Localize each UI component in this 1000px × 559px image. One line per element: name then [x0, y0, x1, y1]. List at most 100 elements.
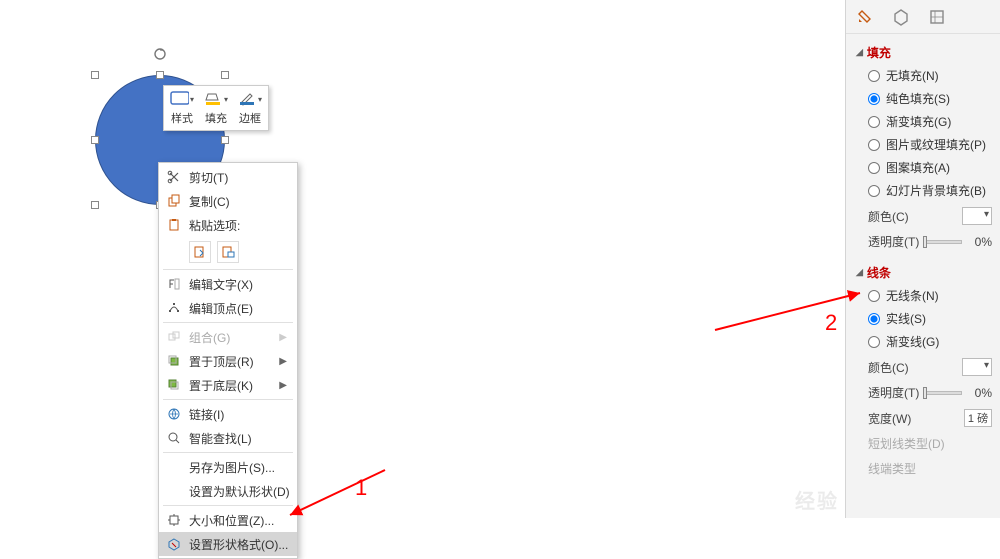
menu-label: 编辑文字(X)	[189, 276, 287, 293]
menu-bring-front[interactable]: 置于顶层(R) ▶	[159, 349, 297, 373]
fill-bucket-icon: ▾	[204, 90, 228, 108]
line-color-row: 颜色(C)	[846, 354, 1000, 380]
line-options: 无线条(N) 实线(S) 渐变线(G)	[846, 285, 1000, 354]
color-label: 颜色(C)	[868, 359, 909, 376]
menu-label: 大小和位置(Z)...	[189, 512, 287, 529]
line-transparency-row: 透明度(T) 0%	[846, 380, 1000, 405]
menu-paste-header: 粘贴选项:	[159, 213, 297, 237]
style-dropdown[interactable]: ▾ 样式	[170, 90, 194, 126]
menu-set-default-shape[interactable]: 设置为默认形状(D)	[159, 479, 297, 503]
border-dropdown[interactable]: ▾ 边框	[238, 90, 262, 126]
section-title: 填充	[867, 44, 891, 61]
menu-label: 设置形状格式(O)...	[189, 536, 288, 553]
line-width-row: 宽度(W) 1 磅	[846, 405, 1000, 431]
line-color-picker[interactable]	[962, 358, 992, 376]
menu-edit-points[interactable]: 编辑顶点(E)	[159, 296, 297, 320]
menu-label: 置于顶层(R)	[189, 353, 273, 370]
blank-icon	[165, 458, 183, 476]
resize-handle[interactable]	[91, 71, 99, 79]
collapse-triangle-icon: ◢	[856, 267, 863, 278]
resize-handle[interactable]	[156, 71, 164, 79]
format-shape-pane: ◢ 填充 无填充(N) 纯色填充(S) 渐变填充(G) 图片或纹理填充(P) 图…	[845, 0, 1000, 518]
menu-format-shape[interactable]: 设置形状格式(O)...	[159, 532, 297, 556]
radio-no-line[interactable]: 无线条(N)	[868, 287, 1000, 304]
blank-icon	[165, 482, 183, 500]
menu-edit-text[interactable]: 编辑文字(X)	[159, 272, 297, 296]
paste-option-picture[interactable]	[217, 241, 239, 263]
menu-label: 置于底层(K)	[189, 377, 273, 394]
copy-icon	[165, 192, 183, 210]
color-label: 颜色(C)	[868, 208, 909, 225]
menu-copy[interactable]: 复制(C)	[159, 189, 297, 213]
radio-gradient-line[interactable]: 渐变线(G)	[868, 333, 1000, 350]
clipboard-icon	[165, 216, 183, 234]
menu-cut[interactable]: 剪切(T)	[159, 165, 297, 189]
fill-color-row: 颜色(C)	[846, 203, 1000, 229]
pane-body: ◢ 填充 无填充(N) 纯色填充(S) 渐变填充(G) 图片或纹理填充(P) 图…	[846, 34, 1000, 481]
edit-points-icon	[165, 299, 183, 317]
radio-solid-fill[interactable]: 纯色填充(S)	[868, 90, 1000, 107]
menu-label: 另存为图片(S)...	[189, 459, 287, 476]
border-label: 边框	[239, 110, 261, 126]
resize-handle[interactable]	[91, 136, 99, 144]
tab-fill-line[interactable]	[856, 8, 874, 26]
link-icon	[165, 405, 183, 423]
submenu-arrow-icon: ▶	[279, 356, 287, 367]
radio-no-fill[interactable]: 无填充(N)	[868, 67, 1000, 84]
line-section-header[interactable]: ◢ 线条	[846, 260, 1000, 285]
menu-label: 设置为默认形状(D)	[189, 483, 290, 500]
menu-label: 剪切(T)	[189, 169, 287, 186]
rotate-handle[interactable]	[153, 47, 167, 61]
collapse-triangle-icon: ◢	[856, 47, 863, 58]
dash-type-row: 短划线类型(D)	[846, 431, 1000, 456]
menu-label: 组合(G)	[189, 329, 273, 346]
menu-group: 组合(G) ▶	[159, 325, 297, 349]
pane-tabs	[846, 0, 1000, 34]
search-icon	[165, 429, 183, 447]
radio-gradient-fill[interactable]: 渐变填充(G)	[868, 113, 1000, 130]
tab-size[interactable]	[928, 8, 946, 26]
border-pen-icon: ▾	[238, 90, 262, 108]
format-shape-icon	[165, 535, 183, 553]
tab-effects[interactable]	[892, 8, 910, 26]
transparency-slider[interactable]	[925, 240, 962, 244]
transparency-slider[interactable]	[925, 391, 962, 395]
section-title: 线条	[867, 264, 891, 281]
paste-option-keep-source[interactable]	[189, 241, 211, 263]
send-back-icon	[165, 376, 183, 394]
paste-options-row	[159, 237, 297, 267]
radio-picture-fill[interactable]: 图片或纹理填充(P)	[868, 136, 1000, 153]
style-label: 样式	[171, 110, 193, 126]
width-spinner[interactable]: 1 磅	[964, 409, 992, 427]
resize-handle[interactable]	[221, 71, 229, 79]
transparency-label: 透明度(T)	[868, 384, 919, 401]
menu-send-back[interactable]: 置于底层(K) ▶	[159, 373, 297, 397]
resize-handle[interactable]	[91, 201, 99, 209]
fill-label: 填充	[205, 110, 227, 126]
menu-label: 编辑顶点(E)	[189, 300, 287, 317]
menu-smart-lookup[interactable]: 智能查找(L)	[159, 426, 297, 450]
radio-pattern-fill[interactable]: 图案填充(A)	[868, 159, 1000, 176]
edit-text-icon	[165, 275, 183, 293]
dash-label: 短划线类型(D)	[868, 435, 945, 452]
resize-handle[interactable]	[221, 136, 229, 144]
fill-transparency-row: 透明度(T) 0%	[846, 229, 1000, 254]
submenu-arrow-icon: ▶	[279, 332, 287, 343]
menu-save-as-picture[interactable]: 另存为图片(S)...	[159, 455, 297, 479]
width-label: 宽度(W)	[868, 410, 911, 427]
fill-section-header[interactable]: ◢ 填充	[846, 40, 1000, 65]
submenu-arrow-icon: ▶	[279, 380, 287, 391]
radio-slide-bg-fill[interactable]: 幻灯片背景填充(B)	[868, 182, 1000, 199]
radio-solid-line[interactable]: 实线(S)	[868, 310, 1000, 327]
menu-link[interactable]: 链接(I)	[159, 402, 297, 426]
menu-label: 智能查找(L)	[189, 430, 287, 447]
menu-label: 复制(C)	[189, 193, 287, 210]
context-menu: 剪切(T) 复制(C) 粘贴选项: 编辑文字(X) 编辑顶点(E) 组合(G) …	[158, 162, 298, 559]
fill-dropdown[interactable]: ▾ 填充	[204, 90, 228, 126]
menu-size-position[interactable]: 大小和位置(Z)...	[159, 508, 297, 532]
cap-type-row: 线端类型	[846, 456, 1000, 481]
group-icon	[165, 328, 183, 346]
transparency-value: 0%	[968, 386, 992, 400]
slide-canvas: ▾ 样式 ▾ 填充 ▾ 边框 剪切(T) 复制(C) 粘贴选	[0, 0, 845, 518]
fill-color-picker[interactable]	[962, 207, 992, 225]
